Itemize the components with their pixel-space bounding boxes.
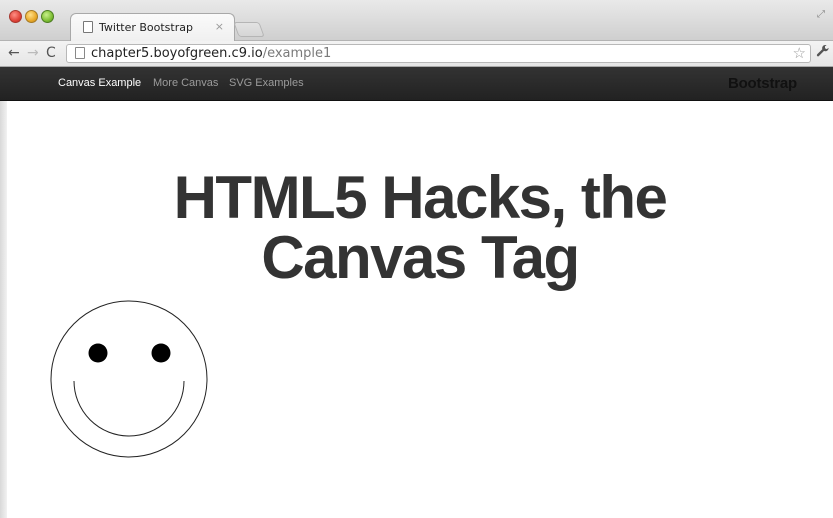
- browser-titlebar: Twitter Bootstrap × ⤢: [0, 0, 833, 41]
- page-icon: [83, 21, 93, 33]
- nav-link-svg-examples[interactable]: SVG Examples: [229, 77, 304, 89]
- tab-title: Twitter Bootstrap: [99, 21, 193, 34]
- page-icon: [75, 47, 85, 59]
- tab-close-icon[interactable]: ×: [215, 20, 224, 33]
- smiley-left-eye: [88, 343, 108, 363]
- reload-icon[interactable]: C: [46, 44, 56, 62]
- back-arrow-icon[interactable]: ←: [8, 44, 20, 62]
- wrench-icon[interactable]: [816, 44, 830, 62]
- nav-link-canvas-example[interactable]: Canvas Example: [58, 77, 141, 89]
- navbar: Canvas Example More Canvas SVG Examples …: [0, 67, 833, 101]
- url-path: /example1: [262, 46, 332, 61]
- minimize-window-button[interactable]: [25, 10, 38, 23]
- smiley-face-outline: [50, 300, 208, 458]
- url-host: chapter5.boyofgreen.c9.io: [91, 46, 263, 61]
- browser-tab[interactable]: Twitter Bootstrap ×: [70, 13, 235, 41]
- forward-arrow-icon[interactable]: →: [27, 44, 39, 62]
- fullscreen-icon[interactable]: ⤢: [817, 9, 825, 20]
- new-tab-button[interactable]: [233, 22, 265, 37]
- wrench-icon-svg: [816, 44, 829, 57]
- hero-heading-line2: Canvas Tag: [261, 224, 580, 291]
- smiley-right-eye: [151, 343, 171, 363]
- close-window-button[interactable]: [9, 10, 22, 23]
- nav-link-more-canvas[interactable]: More Canvas: [153, 77, 218, 89]
- address-bar[interactable]: chapter5.boyofgreen.c9.io/example1 ☆: [66, 44, 811, 63]
- browser-toolbar: ← → C chapter5.boyofgreen.c9.io/example1…: [0, 41, 833, 67]
- smiley-face-canvas: [50, 300, 208, 458]
- window-left-edge: [0, 101, 7, 518]
- hero-heading: HTML5 Hacks, the Canvas Tag: [7, 168, 833, 288]
- url-text[interactable]: chapter5.boyofgreen.c9.io/example1: [91, 46, 331, 61]
- brand-link[interactable]: Bootstrap: [728, 75, 797, 92]
- zoom-window-button[interactable]: [41, 10, 54, 23]
- smiley-mouth: [73, 380, 185, 437]
- bookmark-star-icon[interactable]: ☆: [793, 44, 806, 62]
- hero-heading-line1: HTML5 Hacks, the: [173, 164, 668, 231]
